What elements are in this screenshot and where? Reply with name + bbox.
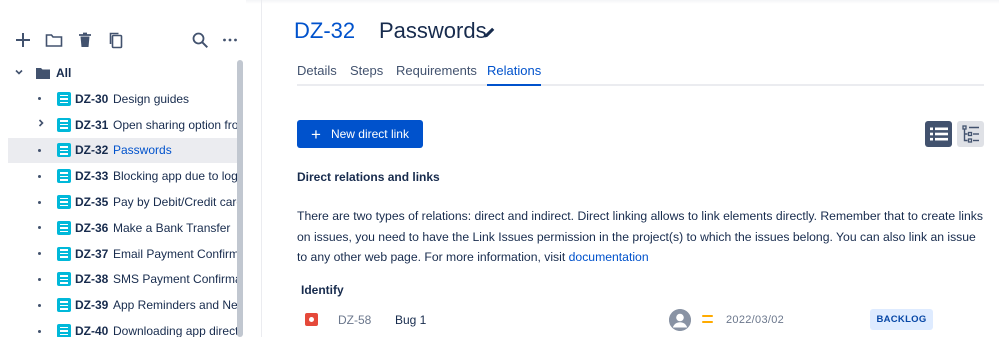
linked-issue-date: 2022/03/02: [726, 314, 785, 326]
issue-title: Passwords: [379, 18, 487, 43]
sidebar-item-key: DZ-37: [75, 246, 109, 261]
tab-requirements[interactable]: Requirements: [396, 63, 477, 86]
sidebar-item-title: SMS Payment Confirmati: [113, 272, 240, 287]
sidebar-item-key: DZ-40: [75, 324, 109, 337]
sidebar-item-key: DZ-31: [75, 117, 109, 132]
sidebar-item-dz-35[interactable]: DZ-35 Pay by Debit/Credit card: [8, 189, 240, 215]
tab-steps[interactable]: Steps: [350, 63, 383, 86]
sidebar-item-title: Open sharing option from: [113, 117, 240, 132]
trash-icon[interactable]: [75, 30, 95, 50]
list-view-icon: [929, 127, 948, 141]
issue-tree: DZ-30 Design guides DZ-31 Open sharing opti…: [8, 86, 240, 337]
sidebar-item-key: DZ-35: [75, 195, 109, 210]
sidebar-item-title: App Reminders and News: [113, 298, 240, 313]
sidebar-item-dz-37[interactable]: DZ-37 Email Payment Confirmat: [8, 241, 240, 267]
sidebar-item-dz-38[interactable]: DZ-38 SMS Payment Confirmati: [8, 267, 240, 293]
sidebar-item-title: Blocking app due to login: [113, 169, 240, 184]
requirement-icon: [57, 195, 71, 210]
add-icon[interactable]: [13, 30, 33, 50]
bullet-icon: [38, 252, 41, 256]
sidebar-item-dz-30[interactable]: DZ-30 Design guides: [8, 86, 240, 112]
sidebar-scrollbar[interactable]: [237, 60, 243, 337]
sidebar-item-key: DZ-36: [75, 220, 109, 235]
linked-issue-title[interactable]: Bug 1: [395, 313, 426, 327]
sidebar-item-title: Make a Bank Transfer: [113, 220, 231, 235]
linked-issue-key[interactable]: DZ-58: [338, 313, 371, 327]
issue-tabs: Details Steps Requirements Relations: [297, 63, 984, 86]
requirement-icon: [57, 91, 71, 106]
tree-root-all[interactable]: All: [14, 64, 71, 82]
copy-icon[interactable]: [106, 30, 126, 50]
bullet-icon: [38, 97, 41, 101]
sidebar-item-dz-40[interactable]: DZ-40 Downloading app directly: [8, 318, 240, 337]
more-icon[interactable]: [220, 30, 240, 50]
bullet-icon: [38, 226, 41, 230]
relation-group-title: Identify: [301, 283, 344, 297]
chevron-right-icon[interactable]: [36, 118, 46, 131]
direct-relations-heading: Direct relations and links: [297, 170, 440, 184]
sidebar: All DZ-30 Design guides DZ-31 Open sharing …: [0, 0, 246, 337]
sidebar-item-key: DZ-39: [75, 298, 109, 313]
documentation-link[interactable]: documentation: [569, 250, 649, 264]
bullet-icon: [38, 329, 41, 333]
sidebar-item-title: Pay by Debit/Credit card: [113, 195, 240, 210]
requirement-icon: [57, 117, 71, 132]
sidebar-item-title: Email Payment Confirmat: [113, 246, 240, 261]
requirement-icon: [57, 220, 71, 235]
sidebar-item-title: Downloading app directly: [113, 324, 240, 337]
bullet-icon: [38, 303, 41, 307]
sidebar-item-dz-36[interactable]: DZ-36 Make a Bank Transfer: [8, 215, 240, 241]
tab-details[interactable]: Details: [297, 63, 337, 86]
requirement-icon: [57, 143, 71, 158]
requirement-icon: [57, 298, 71, 313]
sidebar-item-key: DZ-30: [75, 91, 109, 106]
bullet-icon: [38, 277, 41, 281]
chevron-down-icon[interactable]: [14, 67, 30, 80]
bullet-icon: [38, 148, 41, 152]
requirement-icon: [57, 272, 71, 287]
sidebar-item-key: DZ-33: [75, 169, 109, 184]
tree-root-label: All: [56, 66, 72, 80]
search-icon[interactable]: [190, 30, 210, 50]
plus-icon: +: [311, 124, 321, 144]
issue-key[interactable]: DZ-32: [294, 18, 355, 44]
sidebar-item-key: DZ-38: [75, 272, 109, 287]
requirement-icon: [57, 246, 71, 261]
linked-issue-row[interactable]: DZ-58 Bug 1 2022/03/02 BACKLOG: [297, 308, 987, 332]
sidebar-item-dz-39[interactable]: DZ-39 App Reminders and News: [8, 292, 240, 318]
sidebar-item-title: Passwords: [113, 143, 172, 158]
sidebar-item-dz-33[interactable]: DZ-33 Blocking app due to login: [8, 163, 240, 189]
relations-description: There are two types of relations: direct…: [297, 206, 987, 268]
folder-icon: [36, 68, 50, 79]
sidebar-divider: [261, 0, 262, 337]
sidebar-item-dz-31[interactable]: DZ-31 Open sharing option from: [8, 112, 240, 138]
requirement-icon: [57, 324, 71, 337]
priority-medium-icon: [702, 315, 713, 323]
tree-view-icon: [961, 125, 979, 143]
requirement-icon: [57, 169, 71, 184]
tree-view-toggle[interactable]: [957, 121, 984, 147]
new-direct-link-button[interactable]: + New direct link: [297, 120, 423, 148]
folder-icon[interactable]: [44, 30, 64, 50]
status-badge: BACKLOG: [870, 309, 933, 330]
new-direct-link-label: New direct link: [330, 127, 409, 141]
list-view-toggle[interactable]: [925, 121, 952, 147]
sidebar-item-key: DZ-32: [75, 143, 109, 158]
bug-icon: [305, 313, 318, 326]
tab-relations[interactable]: Relations: [487, 63, 542, 86]
bullet-icon: [38, 174, 41, 178]
bullet-icon: [38, 200, 41, 204]
sidebar-item-title: Design guides: [113, 91, 190, 106]
pencil-icon[interactable]: [483, 26, 496, 39]
avatar[interactable]: [669, 309, 691, 331]
sidebar-item-dz-32[interactable]: DZ-32 Passwords: [8, 137, 240, 164]
